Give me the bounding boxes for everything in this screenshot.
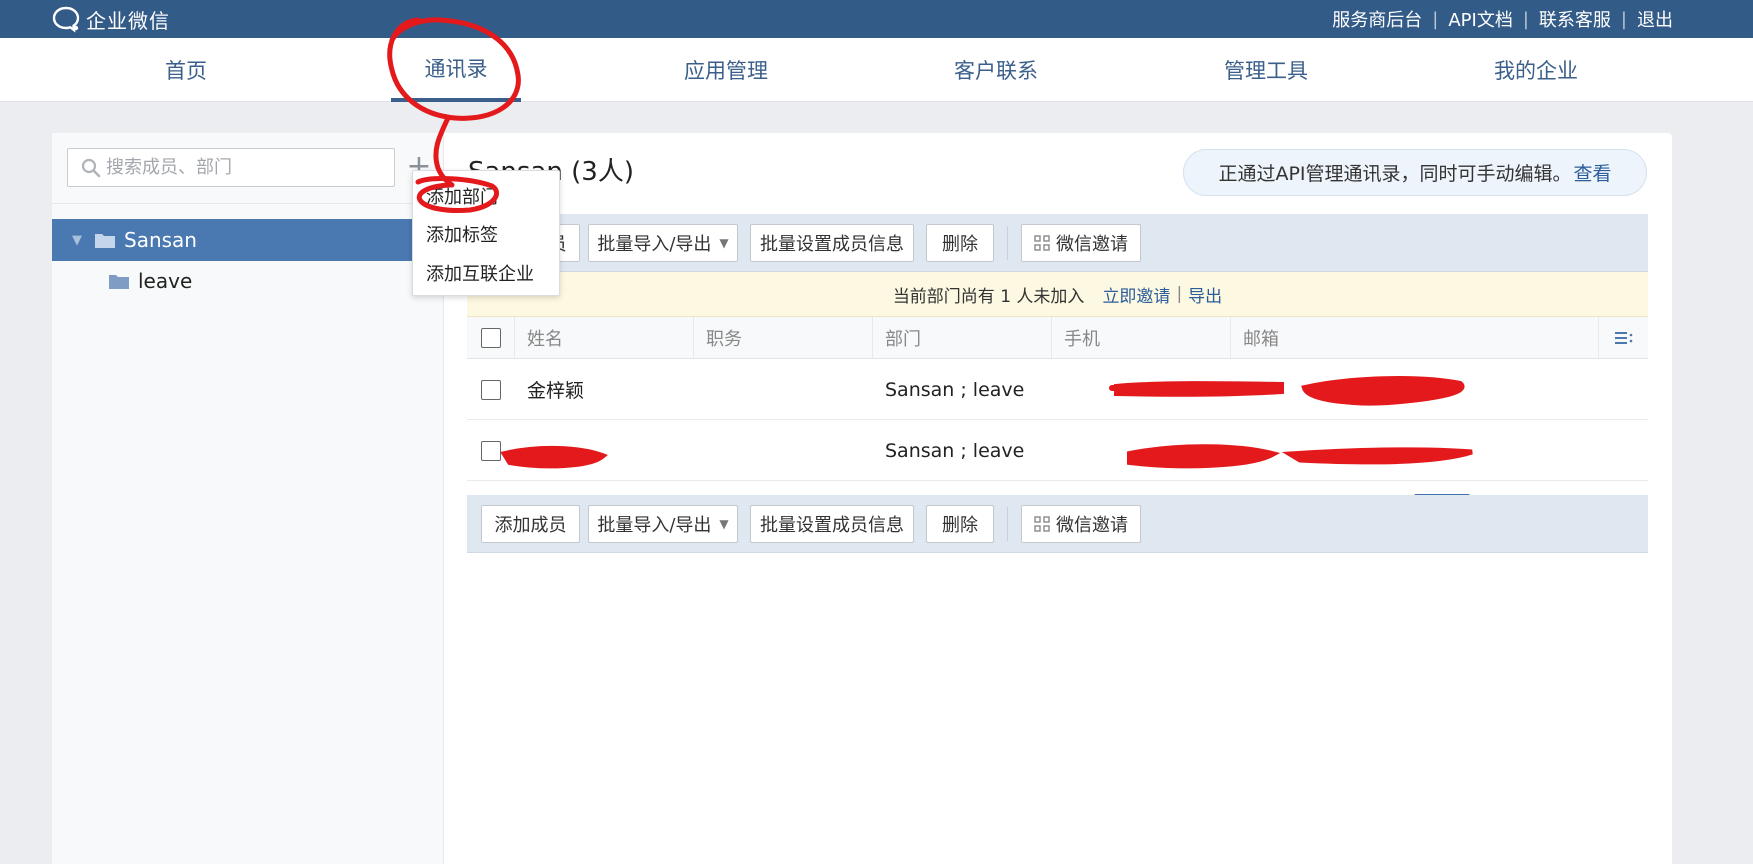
invite-now-link[interactable]: 立即邀请 bbox=[1102, 282, 1170, 307]
delete-button[interactable]: 删除 bbox=[926, 224, 994, 262]
button-label: 微信邀请 bbox=[1056, 234, 1128, 255]
member-department: Sansan ; leave bbox=[885, 439, 1025, 462]
batch-import-export-button[interactable]: 批量导入/导出 ▼ bbox=[588, 224, 738, 262]
qr-code-icon bbox=[1034, 235, 1050, 251]
list-menu-icon bbox=[1614, 332, 1632, 344]
service-provider-link[interactable]: 服务商后台 bbox=[1332, 6, 1422, 32]
search-icon bbox=[81, 158, 101, 177]
contacts-panel: + ▼ Sansan leave Sansan (3人) 正通过API管理通讯录… bbox=[52, 133, 1672, 864]
api-notice-text: 正通过API管理通讯录，同时可手动编辑。 bbox=[1218, 163, 1572, 185]
column-header-position[interactable]: 职务 bbox=[693, 317, 873, 359]
batch-import-export-button[interactable]: 批量导入/导出 ▼ bbox=[588, 505, 738, 543]
select-all-checkbox[interactable] bbox=[481, 328, 501, 348]
column-header-email[interactable]: 邮箱 bbox=[1230, 317, 1470, 359]
add-linked-enterprise-menu-item[interactable]: 添加互联企业 bbox=[426, 260, 534, 286]
table-row[interactable]: Sansan ; leave ... bbox=[467, 421, 1648, 481]
wework-logo-icon bbox=[52, 6, 80, 33]
row-checkbox[interactable] bbox=[481, 380, 501, 400]
member-department: Sansan ; leave bbox=[885, 378, 1025, 401]
tab-contacts[interactable]: 通讯录 bbox=[391, 38, 521, 102]
batch-set-info-button[interactable]: 批量设置成员信息 bbox=[750, 224, 914, 262]
tree-item-label: leave bbox=[138, 269, 193, 293]
tab-app-management[interactable]: 应用管理 bbox=[661, 38, 791, 102]
tab-customer-contact[interactable]: 客户联系 bbox=[931, 38, 1061, 102]
wechat-invite-button[interactable]: 微信邀请 bbox=[1021, 224, 1141, 262]
member-email-tail: ... bbox=[1380, 439, 1399, 462]
tab-management-tools[interactable]: 管理工具 bbox=[1201, 38, 1331, 102]
dropdown-arrow-icon: ▼ bbox=[719, 236, 729, 250]
search-input[interactable] bbox=[106, 157, 386, 178]
api-notice-view-link[interactable]: 查看 bbox=[1574, 159, 1612, 186]
header-links: 服务商后台 | API文档 | 联系客服 | 退出 bbox=[1332, 0, 1673, 38]
member-table-header: 姓名 职务 部门 手机 邮箱 bbox=[467, 317, 1648, 359]
tab-my-enterprise[interactable]: 我的企业 bbox=[1471, 38, 1601, 102]
button-label: 批量导入/导出 bbox=[597, 515, 712, 536]
batch-set-info-button[interactable]: 批量设置成员信息 bbox=[750, 505, 914, 543]
logo-text: 企业微信 bbox=[86, 8, 170, 33]
add-member-button[interactable]: 添加成员 bbox=[481, 505, 580, 543]
department-sidebar: + ▼ Sansan leave bbox=[52, 133, 444, 864]
export-link[interactable]: 导出 bbox=[1188, 282, 1222, 307]
qr-code-icon bbox=[1034, 516, 1050, 532]
add-dropdown-menu: 添加部门 添加标签 添加互联企业 bbox=[412, 170, 560, 296]
toolbar-separator bbox=[1007, 507, 1008, 541]
column-settings-icon[interactable] bbox=[1598, 317, 1648, 359]
notice-text: 当前部门尚有 1 人未加入 bbox=[892, 286, 1085, 307]
top-bar: 企业微信 服务商后台 | API文档 | 联系客服 | 退出 bbox=[0, 0, 1753, 38]
link-separator: | bbox=[1432, 8, 1439, 30]
expand-caret-icon[interactable]: ▼ bbox=[72, 233, 84, 248]
table-row[interactable]: 金梓颖 Sansan ; leave om bbox=[467, 360, 1648, 420]
logout-link[interactable]: 退出 bbox=[1637, 6, 1673, 32]
folder-icon bbox=[95, 234, 115, 248]
wechat-invite-button[interactable]: 微信邀请 bbox=[1021, 505, 1141, 543]
column-header-department[interactable]: 部门 bbox=[872, 317, 1052, 359]
logo[interactable]: 企业微信 bbox=[52, 4, 170, 34]
delete-button[interactable]: 删除 bbox=[926, 505, 994, 543]
dropdown-arrow-icon: ▼ bbox=[719, 517, 729, 531]
add-department-menu-item[interactable]: 添加部门 bbox=[426, 183, 498, 209]
link-separator: | bbox=[1620, 8, 1627, 30]
column-header-name[interactable]: 姓名 bbox=[514, 317, 694, 359]
main-nav: 首页 通讯录 应用管理 客户联系 管理工具 我的企业 bbox=[0, 38, 1753, 102]
member-name[interactable]: 金梓颖 bbox=[527, 360, 584, 419]
add-tag-menu-item[interactable]: 添加标签 bbox=[426, 221, 498, 247]
pending-join-notice: 当前部门尚有 1 人未加入 立即邀请 | 导出 bbox=[467, 272, 1648, 317]
api-docs-link[interactable]: API文档 bbox=[1448, 6, 1512, 32]
toolbar-separator bbox=[1007, 226, 1008, 260]
link-separator: | bbox=[1522, 8, 1529, 30]
tree-item-leave[interactable]: leave bbox=[52, 260, 444, 302]
row-checkbox[interactable] bbox=[481, 441, 501, 461]
folder-icon bbox=[109, 275, 129, 289]
button-label: 微信邀请 bbox=[1056, 515, 1128, 536]
member-toolbar-bottom: 添加成员 批量导入/导出 ▼ 批量设置成员信息 删除 微信邀请 bbox=[467, 495, 1648, 553]
divider bbox=[52, 203, 444, 204]
search-box[interactable] bbox=[67, 148, 395, 187]
member-email-tail: om bbox=[1325, 378, 1356, 401]
api-notice: 正通过API管理通讯录，同时可手动编辑。 查看 bbox=[1183, 149, 1647, 196]
member-toolbar-top: 添加成员 批量导入/导出 ▼ 批量设置成员信息 删除 微信邀请 bbox=[467, 214, 1648, 272]
notice-separator: | bbox=[1176, 284, 1183, 304]
column-header-phone[interactable]: 手机 bbox=[1051, 317, 1231, 359]
button-label: 批量导入/导出 bbox=[597, 234, 712, 255]
tree-item-label: Sansan bbox=[124, 228, 197, 252]
contact-support-link[interactable]: 联系客服 bbox=[1539, 6, 1611, 32]
tree-item-sansan[interactable]: ▼ Sansan bbox=[52, 219, 444, 261]
tab-home[interactable]: 首页 bbox=[121, 38, 251, 102]
